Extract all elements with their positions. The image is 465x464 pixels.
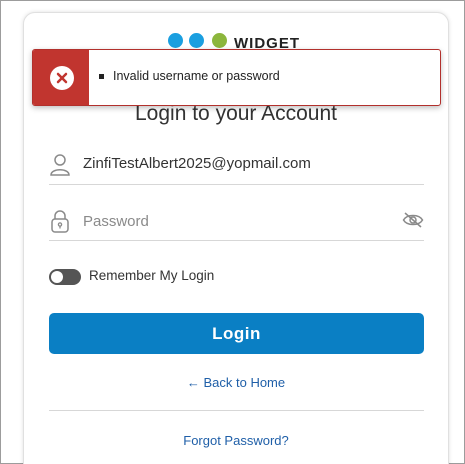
lock-icon [49,209,71,233]
remember-toggle[interactable] [49,269,81,285]
alert-side-bar [33,50,89,105]
back-to-home-link[interactable]: ← Back to Home [23,375,449,390]
remember-label[interactable]: Remember My Login [89,268,214,283]
password-field[interactable] [49,205,424,241]
eye-off-icon[interactable] [402,211,424,229]
user-icon [49,153,71,177]
username-value[interactable]: ZinfiTestAlbert2025@yopmail.com [83,155,311,172]
alert-bullet [99,74,104,79]
error-alert: Invalid username or password [32,49,441,106]
alert-message: Invalid username or password [113,69,280,83]
password-input[interactable] [83,210,383,232]
username-field[interactable]: ZinfiTestAlbert2025@yopmail.com [49,149,424,185]
logo-dot-blue-2 [189,33,204,48]
login-button[interactable]: Login [49,313,424,354]
forgot-password-link[interactable]: Forgot Password? [23,433,449,448]
logo-dot-blue-1 [168,33,183,48]
divider [49,410,424,411]
close-icon[interactable] [50,66,74,90]
logo-dot-green [212,33,227,48]
toggle-knob [51,271,63,283]
